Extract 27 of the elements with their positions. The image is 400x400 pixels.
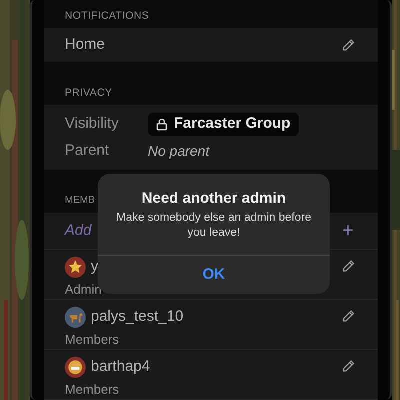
dog-avatar-icon (65, 306, 86, 328)
add-button[interactable]: + (342, 221, 354, 241)
visibility-chip[interactable]: Farcaster Group (148, 112, 299, 136)
member-role: Members (65, 330, 120, 348)
field-label: Visibility (65, 114, 120, 134)
alert-message: Make somebody else an admin before you leave! (116, 211, 312, 241)
member-name: palys_test_10 (91, 307, 184, 327)
pencil-icon[interactable] (341, 309, 356, 324)
pencil-icon[interactable] (341, 259, 356, 274)
member-name: y (91, 257, 98, 277)
star-avatar-icon (65, 256, 86, 278)
add-user-field[interactable]: Add (65, 220, 92, 242)
field-value: No parent (148, 142, 210, 161)
section-header: NOTIFICATIONS (65, 9, 150, 24)
member-role: Members (65, 380, 120, 398)
pencil-icon[interactable] (341, 38, 356, 52)
member-row[interactable]: barthap4 Members (44, 350, 378, 400)
member-role: Admin (65, 280, 102, 298)
field-label: Parent (65, 140, 110, 161)
section-header: PRIVACY (65, 86, 112, 102)
pencil-icon[interactable] (341, 359, 356, 374)
section-header: MEMB (65, 194, 95, 208)
member-row[interactable]: palys_test_10 Members (44, 300, 378, 350)
list-row[interactable]: Home (44, 28, 378, 62)
alert-title: Need another admin (142, 190, 286, 208)
lock-icon (156, 118, 168, 131)
member-name: barthap4 (91, 357, 150, 377)
